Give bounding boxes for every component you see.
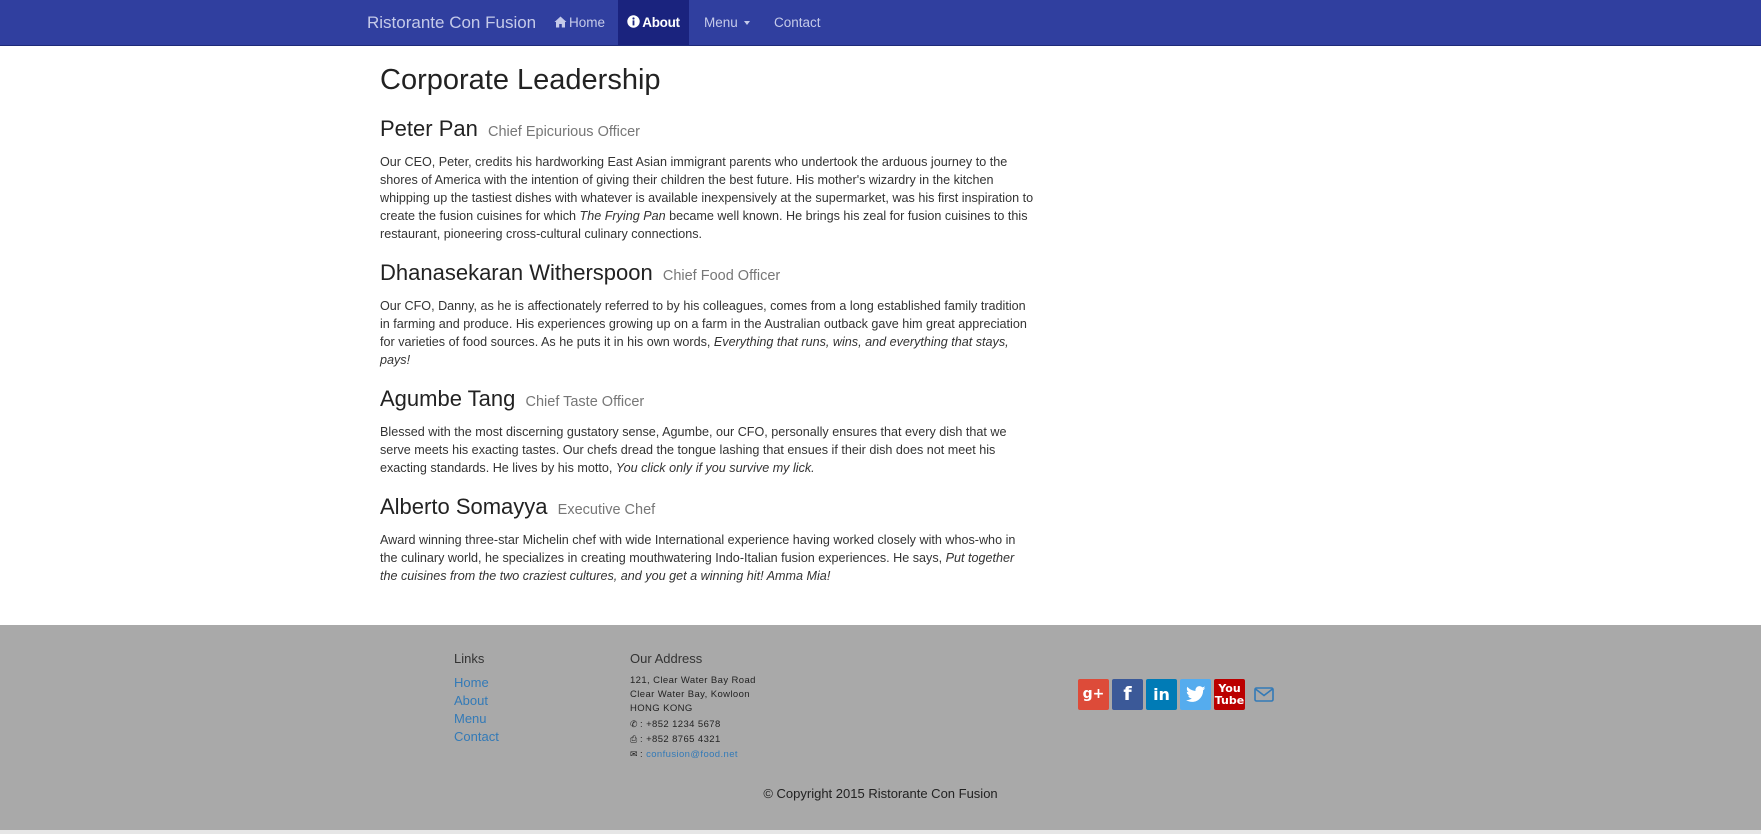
leader-heading: Peter Pan Chief Epicurious Officer: [380, 114, 1035, 147]
footer-links-heading: Links: [454, 651, 485, 666]
footer-bottom-strip: [0, 830, 1761, 834]
leader-profile: Agumbe Tang Chief Taste Officer Blessed …: [380, 384, 1035, 477]
google-plus-icon[interactable]: g+: [1078, 679, 1109, 710]
nav-item-home[interactable]: Home: [554, 0, 605, 45]
address-line: Clear Water Bay, Kowloon: [630, 689, 750, 701]
leader-bio: Blessed with the most discerning gustato…: [380, 423, 1035, 477]
caret-down-icon: [743, 21, 750, 25]
navbar-brand[interactable]: Ristorante Con Fusion: [367, 0, 536, 45]
nav-item-contact[interactable]: Contact: [774, 0, 821, 45]
leader-profile: Alberto Somayya Executive Chef Award win…: [380, 492, 1035, 585]
fax-icon: ⎙: [630, 733, 638, 744]
main-content: Corporate Leadership Peter Pan Chief Epi…: [380, 60, 1035, 600]
leader-bio-quote: You click only if you survive my lick.: [615, 461, 815, 475]
leader-role: Chief Taste Officer: [525, 394, 645, 410]
leader-heading: Agumbe Tang Chief Taste Officer: [380, 384, 1035, 417]
phone-icon: ✆: [630, 718, 638, 729]
footer-link-menu[interactable]: Menu: [454, 710, 499, 728]
leader-name: Agumbe Tang: [380, 386, 516, 411]
leader-bio-text: Award winning three-star Michelin chef w…: [380, 533, 1016, 565]
info-icon: [627, 1, 640, 46]
leader-heading: Dhanasekaran Witherspoon Chief Food Offi…: [380, 258, 1035, 291]
footer-link-home[interactable]: Home: [454, 674, 499, 692]
fax-line: ⎙: +852 8765 4321: [630, 732, 756, 747]
leader-bio: Our CFO, Danny, as he is affectionately …: [380, 297, 1035, 369]
leader-name: Peter Pan: [380, 116, 478, 141]
footer-links: Links Home About Menu Contact: [454, 651, 499, 746]
navbar: Ristorante Con Fusion Home About Menu Co…: [0, 0, 1761, 46]
youtube-icon[interactable]: You Tube: [1214, 679, 1245, 710]
leader-role: Chief Epicurious Officer: [487, 124, 641, 140]
leader-profile: Peter Pan Chief Epicurious Officer Our C…: [380, 114, 1035, 243]
phone-line: ✆: +852 1234 5678: [630, 717, 756, 732]
email-link[interactable]: confusion@food.net: [646, 749, 738, 760]
footer-address: Our Address 121, Clear Water Bay Road Cl…: [630, 651, 756, 762]
email-line: ✉: confusion@food.net: [630, 749, 738, 761]
footer-link-about[interactable]: About: [454, 692, 499, 710]
linkedin-icon[interactable]: in: [1146, 679, 1177, 710]
twitter-icon[interactable]: [1180, 679, 1211, 710]
envelope-icon[interactable]: [1248, 679, 1279, 710]
fax-number: : +852 8765 4321: [640, 733, 721, 745]
nav-item-label: About: [642, 15, 680, 30]
phone-number: : +852 1234 5678: [640, 718, 721, 730]
leader-bio: Our CEO, Peter, credits his hardworking …: [380, 153, 1035, 243]
leader-role: Executive Chef: [557, 502, 656, 518]
leader-bio-quote: The Frying Pan: [579, 209, 666, 223]
nav-item-label: Menu: [704, 15, 738, 30]
nav-item-menu[interactable]: Menu: [704, 0, 750, 45]
address-line: HONG KONG: [630, 703, 693, 715]
page-title: Corporate Leadership: [380, 64, 661, 96]
leader-name: Alberto Somayya: [380, 494, 548, 519]
leader-profile: Dhanasekaran Witherspoon Chief Food Offi…: [380, 258, 1035, 369]
footer-address-heading: Our Address: [630, 651, 703, 666]
nav-item-label: Home: [569, 15, 606, 30]
leader-bio: Award winning three-star Michelin chef w…: [380, 531, 1035, 585]
nav-item-label: Contact: [774, 15, 821, 30]
home-icon: [554, 1, 567, 46]
leader-role: Chief Food Officer: [662, 268, 781, 284]
address-line: 121, Clear Water Bay Road: [630, 675, 756, 686]
footer-link-contact[interactable]: Contact: [454, 728, 499, 746]
nav-item-about[interactable]: About: [618, 0, 689, 45]
footer: Links Home About Menu Contact Our Addres…: [0, 625, 1761, 830]
copyright: © Copyright 2015 Ristorante Con Fusion: [763, 786, 998, 801]
envelope-small-icon: ✉: [630, 749, 638, 760]
facebook-icon[interactable]: f: [1112, 679, 1143, 710]
leader-heading: Alberto Somayya Executive Chef: [380, 492, 1035, 525]
leader-name: Dhanasekaran Witherspoon: [380, 260, 653, 285]
